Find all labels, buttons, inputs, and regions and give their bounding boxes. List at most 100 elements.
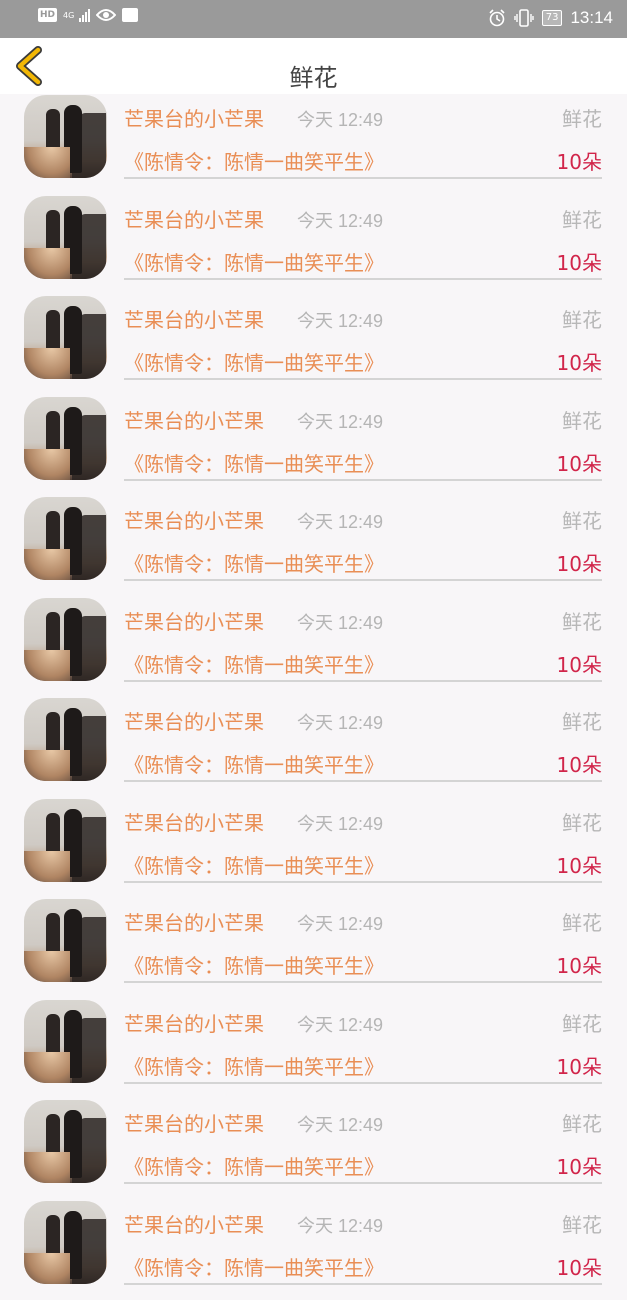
show-title[interactable]: 《陈情令：陈情一曲笑平生》 xyxy=(124,1051,384,1080)
signal-icon xyxy=(79,8,90,22)
gift-type: 鲜花 xyxy=(562,907,602,936)
list-item[interactable]: 芒果台的小芒果 今天 12:49 鲜花 《陈情令：陈情一曲笑平生》 10朵 xyxy=(0,1200,627,1300)
sender-name[interactable]: 芒果台的小芒果 xyxy=(124,1108,264,1137)
gift-count: 10朵 xyxy=(557,850,602,879)
gift-time: 今天 12:49 xyxy=(297,609,383,635)
gift-count: 10朵 xyxy=(557,146,602,175)
sender-name[interactable]: 芒果台的小芒果 xyxy=(124,706,264,735)
gift-time: 今天 12:49 xyxy=(297,810,383,836)
avatar[interactable] xyxy=(24,1100,107,1183)
list-item[interactable]: 芒果台的小芒果 今天 12:49 鲜花 《陈情令：陈情一曲笑平生》 10朵 xyxy=(0,999,627,1100)
gift-time: 今天 12:49 xyxy=(297,508,383,534)
gift-type: 鲜花 xyxy=(562,1209,602,1238)
avatar[interactable] xyxy=(24,1000,107,1083)
divider xyxy=(124,680,602,682)
show-title[interactable]: 《陈情令：陈情一曲笑平生》 xyxy=(124,649,384,678)
show-title[interactable]: 《陈情令：陈情一曲笑平生》 xyxy=(124,146,384,175)
sender-name[interactable]: 芒果台的小芒果 xyxy=(124,606,264,635)
avatar[interactable] xyxy=(24,95,107,178)
list-item[interactable]: 芒果台的小芒果 今天 12:49 鲜花 《陈情令：陈情一曲笑平生》 10朵 xyxy=(0,898,627,999)
avatar[interactable] xyxy=(24,899,107,982)
list-item[interactable]: 芒果台的小芒果 今天 12:49 鲜花 《陈情令：陈情一曲笑平生》 10朵 xyxy=(0,295,627,396)
avatar[interactable] xyxy=(24,196,107,279)
gift-count: 10朵 xyxy=(557,950,602,979)
sender-name[interactable]: 芒果台的小芒果 xyxy=(124,304,264,333)
gift-count: 10朵 xyxy=(557,1051,602,1080)
show-title[interactable]: 《陈情令：陈情一曲笑平生》 xyxy=(124,247,384,276)
gift-type: 鲜花 xyxy=(562,103,602,132)
list-item[interactable]: 芒果台的小芒果 今天 12:49 鲜花 《陈情令：陈情一曲笑平生》 10朵 xyxy=(0,94,627,195)
gift-count: 10朵 xyxy=(557,649,602,678)
flower-gift-list: 芒果台的小芒果 今天 12:49 鲜花 《陈情令：陈情一曲笑平生》 10朵 芒果… xyxy=(0,94,627,1300)
show-title[interactable]: 《陈情令：陈情一曲笑平生》 xyxy=(124,749,384,778)
gift-count: 10朵 xyxy=(557,548,602,577)
show-title[interactable]: 《陈情令：陈情一曲笑平生》 xyxy=(124,448,384,477)
alarm-icon xyxy=(488,9,506,27)
list-item[interactable]: 芒果台的小芒果 今天 12:49 鲜花 《陈情令：陈情一曲笑平生》 10朵 xyxy=(0,1099,627,1200)
navigation-bar: 鲜花 xyxy=(0,38,627,94)
show-title[interactable]: 《陈情令：陈情一曲笑平生》 xyxy=(124,347,384,376)
status-bar-right: 73 13:14 xyxy=(488,8,613,28)
gift-type: 鲜花 xyxy=(562,204,602,233)
sender-name[interactable]: 芒果台的小芒果 xyxy=(124,907,264,936)
divider xyxy=(124,1283,602,1285)
divider xyxy=(124,479,602,481)
list-item[interactable]: 芒果台的小芒果 今天 12:49 鲜花 《陈情令：陈情一曲笑平生》 10朵 xyxy=(0,798,627,899)
sender-name[interactable]: 芒果台的小芒果 xyxy=(124,1008,264,1037)
gift-time: 今天 12:49 xyxy=(297,408,383,434)
gift-type: 鲜花 xyxy=(562,807,602,836)
gift-type: 鲜花 xyxy=(562,706,602,735)
eye-icon xyxy=(96,8,116,22)
gift-count: 10朵 xyxy=(557,247,602,276)
list-item[interactable]: 芒果台的小芒果 今天 12:49 鲜花 《陈情令：陈情一曲笑平生》 10朵 xyxy=(0,396,627,497)
page-title: 鲜花 xyxy=(0,58,627,93)
gift-count: 10朵 xyxy=(557,1151,602,1180)
show-title[interactable]: 《陈情令：陈情一曲笑平生》 xyxy=(124,950,384,979)
avatar[interactable] xyxy=(24,497,107,580)
avatar[interactable] xyxy=(24,698,107,781)
sender-name[interactable]: 芒果台的小芒果 xyxy=(124,405,264,434)
divider xyxy=(124,579,602,581)
divider xyxy=(124,981,602,983)
sender-name[interactable]: 芒果台的小芒果 xyxy=(124,204,264,233)
gift-type: 鲜花 xyxy=(562,1008,602,1037)
list-item[interactable]: 芒果台的小芒果 今天 12:49 鲜花 《陈情令：陈情一曲笑平生》 10朵 xyxy=(0,597,627,698)
gift-time: 今天 12:49 xyxy=(297,1011,383,1037)
gift-time: 今天 12:49 xyxy=(297,307,383,333)
gift-type: 鲜花 xyxy=(562,505,602,534)
vibrate-icon xyxy=(514,9,534,27)
divider xyxy=(124,177,602,179)
sender-name[interactable]: 芒果台的小芒果 xyxy=(124,505,264,534)
clock-time: 13:14 xyxy=(570,8,613,28)
gift-count: 10朵 xyxy=(557,347,602,376)
avatar[interactable] xyxy=(24,1201,107,1284)
avatar[interactable] xyxy=(24,296,107,379)
sender-name[interactable]: 芒果台的小芒果 xyxy=(124,103,264,132)
gift-time: 今天 12:49 xyxy=(297,1212,383,1238)
show-title[interactable]: 《陈情令：陈情一曲笑平生》 xyxy=(124,850,384,879)
divider xyxy=(124,881,602,883)
list-item[interactable]: 芒果台的小芒果 今天 12:49 鲜花 《陈情令：陈情一曲笑平生》 10朵 xyxy=(0,697,627,798)
gift-count: 10朵 xyxy=(557,749,602,778)
gift-time: 今天 12:49 xyxy=(297,1111,383,1137)
avatar[interactable] xyxy=(24,799,107,882)
divider xyxy=(124,780,602,782)
list-item[interactable]: 芒果台的小芒果 今天 12:49 鲜花 《陈情令：陈情一曲笑平生》 10朵 xyxy=(0,195,627,296)
divider xyxy=(124,378,602,380)
list-item[interactable]: 芒果台的小芒果 今天 12:49 鲜花 《陈情令：陈情一曲笑平生》 10朵 xyxy=(0,496,627,597)
battery-icon: 73 xyxy=(542,10,563,26)
gift-type: 鲜花 xyxy=(562,405,602,434)
show-title[interactable]: 《陈情令：陈情一曲笑平生》 xyxy=(124,548,384,577)
gift-time: 今天 12:49 xyxy=(297,910,383,936)
gift-time: 今天 12:49 xyxy=(297,207,383,233)
avatar[interactable] xyxy=(24,598,107,681)
avatar[interactable] xyxy=(24,397,107,480)
sender-name[interactable]: 芒果台的小芒果 xyxy=(124,1209,264,1238)
gift-count: 10朵 xyxy=(557,448,602,477)
network-type: 4G xyxy=(63,11,73,20)
show-title[interactable]: 《陈情令：陈情一曲笑平生》 xyxy=(124,1252,384,1281)
status-bar-left: HD 4G xyxy=(38,8,138,22)
gift-type: 鲜花 xyxy=(562,304,602,333)
show-title[interactable]: 《陈情令：陈情一曲笑平生》 xyxy=(124,1151,384,1180)
sender-name[interactable]: 芒果台的小芒果 xyxy=(124,807,264,836)
